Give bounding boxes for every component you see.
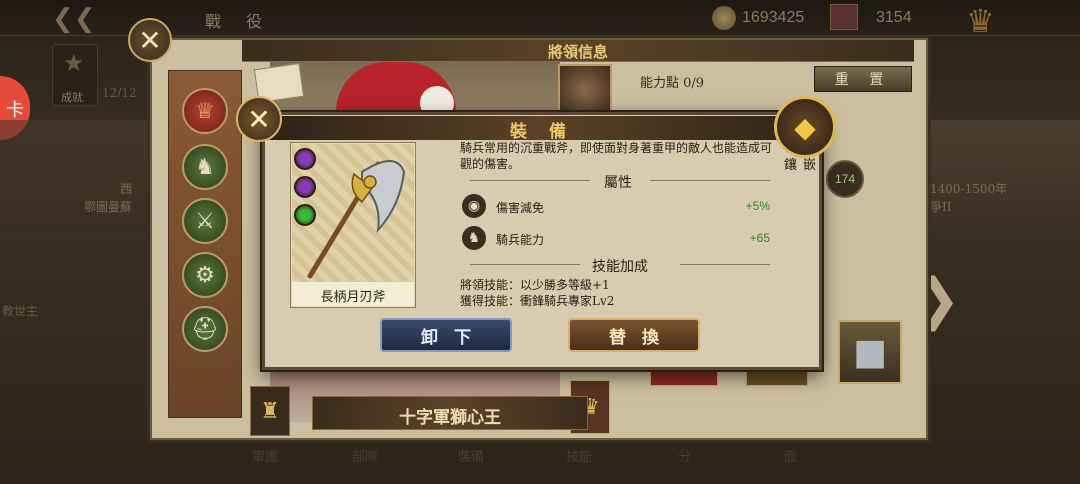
gem-inlay-icon: ◆: [794, 110, 816, 144]
campaign-card-left: [0, 120, 160, 230]
general-info-title: 將領信息: [547, 43, 608, 61]
page-title: 戰 役: [205, 12, 273, 31]
bottom-tab[interactable]: 技能: [566, 446, 592, 465]
attribute-label: 傷害減免: [496, 201, 545, 215]
campaign-right-label-2: 爭II: [930, 200, 952, 214]
equipment-close-button[interactable]: ✕: [236, 96, 282, 142]
coin-count: 1693425: [742, 9, 805, 26]
attribute-value: +65: [749, 231, 770, 245]
general-avatar[interactable]: [558, 64, 612, 116]
rank-chess-icon: ♜: [250, 386, 290, 436]
back-arrow-icon[interactable]: ❮❮: [52, 4, 96, 34]
equipment-dialog-title: 裝 備: [510, 122, 574, 142]
unequip-button[interactable]: 卸下: [380, 318, 512, 352]
knight-horse-icon[interactable]: ♞: [182, 144, 228, 190]
event-badge-text: 卡: [6, 100, 24, 121]
general-name-banner: 十字軍獅心王: [312, 396, 588, 430]
achievement-button[interactable]: ★ 成就: [52, 44, 98, 106]
achievement-label: 成就: [61, 91, 83, 104]
campaign-right-label-1: 1400-1500年: [930, 182, 1008, 196]
crown-icon[interactable]: ♛: [966, 2, 995, 40]
catapult-icon[interactable]: ⚙: [182, 252, 228, 298]
bottom-tab[interactable]: 部隊: [352, 446, 378, 465]
inlay-button[interactable]: ◆: [774, 96, 836, 158]
skill-line: 獲得技能：衝鋒騎兵專家Lv2: [460, 294, 615, 308]
axe-icon[interactable]: ⚔: [182, 198, 228, 244]
shield-icon: ◉: [462, 194, 486, 218]
general-info-header: 將領信息: [242, 40, 914, 62]
item-name: 長柄月刃斧: [292, 282, 414, 306]
bottom-tab[interactable]: 分: [678, 446, 691, 465]
gem-slot-3[interactable]: [294, 204, 316, 226]
campaign-left-label-1: 西: [120, 182, 133, 196]
gem-slot-1[interactable]: [294, 148, 316, 170]
attribute-value: +5%: [745, 199, 770, 213]
bottom-tab[interactable]: 面: [784, 446, 797, 465]
divider: [650, 180, 770, 181]
horse-icon: ♞: [462, 226, 486, 250]
campaign-left-label-3: 教世主: [2, 304, 39, 318]
ability-points: 能力點 0/9: [640, 76, 705, 91]
coin-icon: [712, 6, 736, 30]
item-description: 騎兵常用的沉重戰斧，即使面對身著重甲的敵人也能造成可觀的傷害。: [460, 141, 773, 171]
skills-title: 技能加成: [592, 259, 648, 275]
gem-slot-2[interactable]: [294, 176, 316, 198]
divider: [470, 264, 580, 265]
level-badge: 174: [826, 160, 864, 198]
general-close-button[interactable]: ✕: [128, 18, 172, 62]
trophy-icon: ★: [63, 49, 85, 77]
general-name: 十字軍獅心王: [399, 408, 501, 428]
campaign-left-label-2: 鄂圖曼蘇: [84, 200, 133, 214]
chainmail-icon: ■: [852, 331, 887, 373]
gem-icon: [830, 4, 858, 30]
divider: [680, 264, 770, 265]
armor-slot[interactable]: ■: [838, 320, 902, 384]
attribute-label: 騎兵能力: [496, 233, 545, 247]
lion-crest-icon[interactable]: ♕: [182, 88, 228, 134]
bottom-tabs: 軍團 部隊 裝備 技能 分 面: [240, 440, 860, 480]
equipment-dialog-header: 裝 備: [268, 116, 816, 142]
bottom-tab[interactable]: 裝備: [458, 446, 484, 465]
replace-button[interactable]: 替換: [568, 318, 700, 352]
inlay-label: 鑲嵌: [784, 158, 823, 173]
gem-count: 3154: [876, 9, 912, 26]
reset-button[interactable]: 重 置: [814, 66, 912, 92]
achievement-count: 12/12: [102, 86, 137, 100]
divider: [470, 180, 590, 181]
bottom-tab[interactable]: 軍團: [252, 446, 278, 465]
attributes-title: 屬性: [604, 175, 632, 191]
skill-line: 將領技能：以少勝多等級+1: [460, 278, 610, 292]
helmet-icon[interactable]: ⛑: [182, 306, 228, 352]
